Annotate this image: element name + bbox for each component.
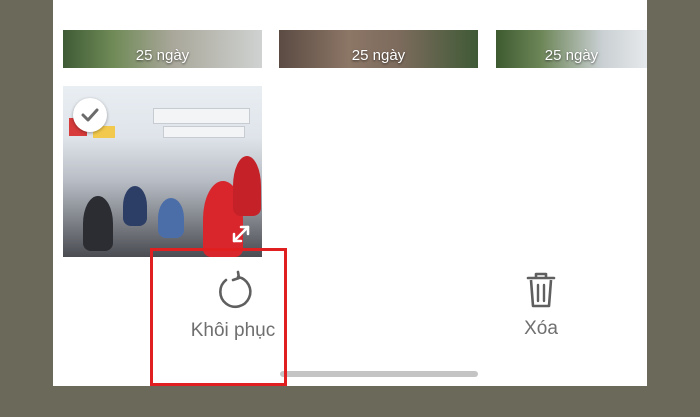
days-remaining-label: 25 ngày [544,47,599,64]
photo-detail [153,108,250,124]
delete-label: Xóa [524,318,558,339]
photo-detail [158,198,184,238]
photo-detail [83,196,113,251]
photo-detail [123,186,147,226]
selected-photo-thumbnail[interactable] [63,86,262,257]
photo-thumbnail[interactable]: 25 ngày [63,30,262,68]
photo-thumbnail[interactable]: 25 ngày [279,30,478,68]
delete-button[interactable]: Xóa [493,270,589,340]
days-remaining-label: 25 ngày [351,47,406,64]
trash-icon [526,272,556,308]
check-icon[interactable] [73,98,107,132]
restore-highlight-box [150,248,287,386]
trash-screen: 25 ngày 25 ngày 25 ngày Khôi phục Xóa [53,0,647,386]
photo-detail [233,156,261,216]
photo-thumbnail[interactable]: 25 ngày [496,30,647,68]
days-remaining-label: 25 ngày [135,47,190,64]
home-indicator[interactable] [280,371,478,377]
photo-detail [163,126,245,138]
expand-icon[interactable] [228,221,254,247]
